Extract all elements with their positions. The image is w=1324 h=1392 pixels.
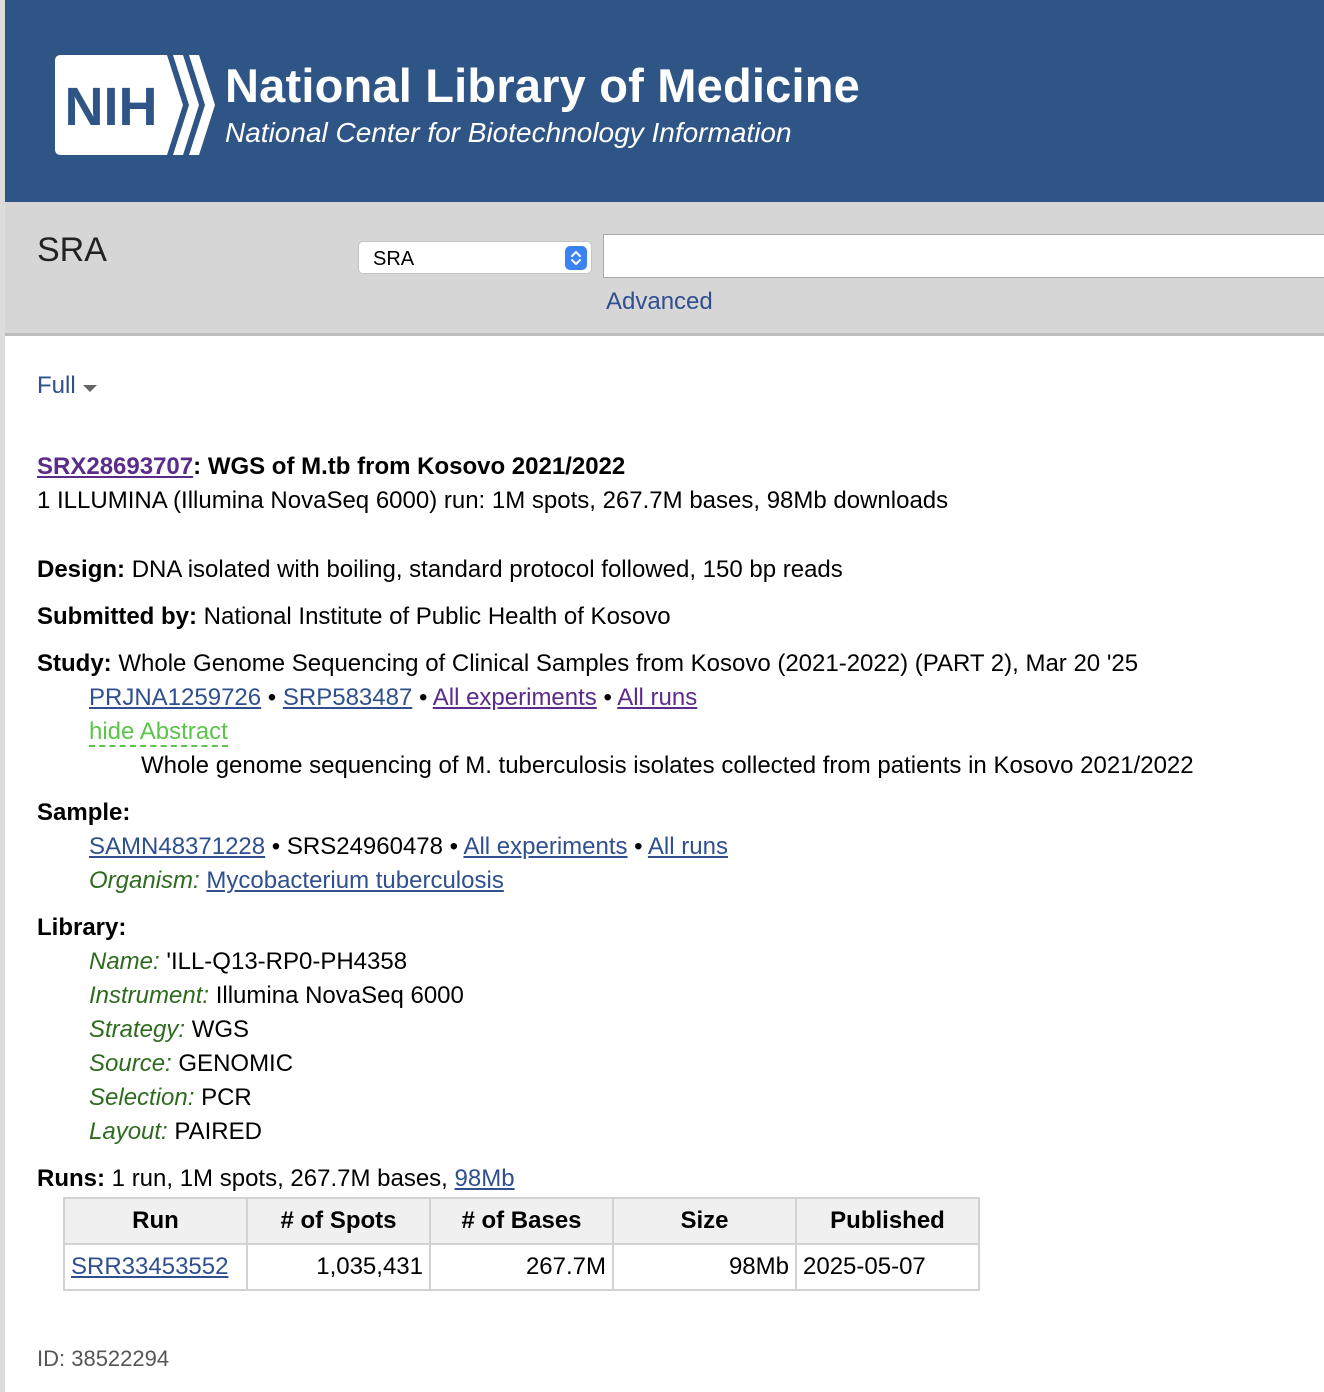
study-all-experiments-link[interactable]: All experiments [433,684,597,711]
record-summary: 1 ILLUMINA (Illumina NovaSeq 6000) run: … [37,487,949,514]
nih-logo-text: NIH [65,77,158,137]
submitted-by-value: National Institute of Public Health of K… [203,603,671,630]
separator: • [261,684,283,711]
sample-all-runs-link[interactable]: All runs [648,833,728,860]
separator: • [265,833,287,860]
library-field-label: Strategy: [89,1016,186,1043]
column-header-run: Run [63,1197,248,1245]
library-field-source: Source: GENOMIC [89,1050,293,1078]
caret-down-icon [82,372,98,400]
library-field-value: Illumina NovaSeq 6000 [215,982,464,1009]
runs-download-link[interactable]: 98Mb [455,1165,515,1192]
library-field-value: PCR [201,1084,252,1111]
hide-abstract-row: hide Abstract [89,718,228,747]
search-bar: SRA SRA Advanced [5,202,1324,336]
srs-accession: SRS24960478 [286,833,444,860]
library-field-layout: Layout: PAIRED [89,1118,262,1146]
hide-abstract-toggle[interactable]: hide Abstract [89,718,228,747]
search-input[interactable] [603,234,1324,278]
srp-link[interactable]: SRP583487 [283,684,412,711]
study-row: Study: Whole Genome Sequencing of Clinic… [37,650,1138,678]
bases-cell: 267.7M [429,1243,614,1291]
library-field-instrument: Instrument: Illumina NovaSeq 6000 [89,982,464,1010]
runs-label: Runs: [37,1165,105,1192]
study-all-runs-link[interactable]: All runs [617,684,697,711]
size-cell: 98Mb [612,1243,797,1291]
select-arrows-icon [565,246,587,270]
bioproject-link[interactable]: PRJNA1259726 [89,684,261,711]
sample-all-experiments-link[interactable]: All experiments [463,833,627,860]
runs-row: Runs: 1 run, 1M spots, 267.7M bases, 98M… [37,1165,515,1193]
display-format-toggle[interactable]: Full [37,372,98,400]
experiment-title: WGS of M.tb from Kosovo 2021/2022 [207,453,626,480]
library-field-label: Selection: [89,1084,195,1111]
design-value: DNA isolated with boiling, standard prot… [131,556,843,583]
submitted-by-row: Submitted by: National Institute of Publ… [37,603,671,631]
library-field-value: WGS [191,1016,250,1043]
library-field-label: Source: [89,1050,172,1077]
ncbi-subtitle[interactable]: National Center for Biotechnology Inform… [225,117,792,149]
sample-label: Sample: [37,799,131,826]
library-field-name: Name: 'ILL-Q13-RP0-PH4358 [89,948,407,976]
runs-table: Run # of Spots # of Bases Size Published… [63,1197,980,1291]
separator: • [627,833,648,860]
organism-link[interactable]: Mycobacterium tuberculosis [206,867,503,894]
database-select-value: SRA [373,248,415,270]
design-row: Design: DNA isolated with boiling, stand… [37,556,843,584]
library-field-value: PAIRED [174,1118,262,1145]
library-label: Library: [37,914,127,941]
organism-label: Organism: [89,867,200,894]
design-label: Design: [37,556,126,583]
separator: • [443,833,464,860]
library-field-value: 'ILL-Q13-RP0-PH4358 [166,948,408,975]
library-field-label: Name: [89,948,160,975]
nlm-header: NIH National Library of Medicine Nationa… [5,0,1324,202]
title-separator: : [193,453,208,480]
column-header-bases: # of Bases [429,1197,614,1245]
library-field-label: Layout: [89,1118,168,1145]
database-name: SRA [37,231,107,269]
runs-table-header: Run # of Spots # of Bases Size Published [63,1197,980,1245]
biosample-link[interactable]: SAMN48371228 [89,833,265,860]
separator: • [596,684,618,711]
spots-cell: 1,035,431 [246,1243,431,1291]
study-links: PRJNA1259726 • SRP583487 • All experimen… [89,684,697,712]
column-header-size: Size [612,1197,797,1245]
display-format-label: Full [37,372,76,399]
library-field-value: GENOMIC [178,1050,294,1077]
study-value: Whole Genome Sequencing of Clinical Samp… [118,650,1139,677]
organism-row: Organism: Mycobacterium tuberculosis [89,867,504,895]
library-row: Library: [37,914,126,942]
column-header-spots: # of Spots [246,1197,431,1245]
separator: • [412,684,433,711]
study-label: Study: [37,650,112,677]
nih-logo[interactable]: NIH [55,55,215,155]
sample-links: SAMN48371228 • SRS24960478 • All experim… [89,833,728,861]
nlm-title[interactable]: National Library of Medicine [225,58,860,113]
column-header-published: Published [795,1197,980,1245]
table-row: SRR33453552 1,035,431 267.7M 98Mb 2025-0… [63,1243,980,1291]
record-title: SRX28693707: WGS of M.tb from Kosovo 202… [37,453,625,481]
database-select[interactable]: SRA [358,241,592,274]
submitted-by-label: Submitted by: [37,603,197,630]
runs-summary: 1 run, 1M spots, 267.7M bases, [111,1165,448,1192]
experiment-accession-link[interactable]: SRX28693707 [37,453,193,480]
sample-row: Sample: [37,799,130,827]
run-accession-link[interactable]: SRR33453552 [71,1253,228,1280]
library-field-strategy: Strategy: WGS [89,1016,249,1044]
record-id: ID: 38522294 [37,1346,170,1371]
advanced-search-link[interactable]: Advanced [606,288,713,316]
library-field-label: Instrument: [89,982,210,1009]
run-cell: SRR33453552 [63,1243,248,1291]
library-field-selection: Selection: PCR [89,1084,252,1112]
published-cell: 2025-05-07 [795,1243,980,1291]
study-abstract: Whole genome sequencing of M. tuberculos… [141,752,1194,779]
